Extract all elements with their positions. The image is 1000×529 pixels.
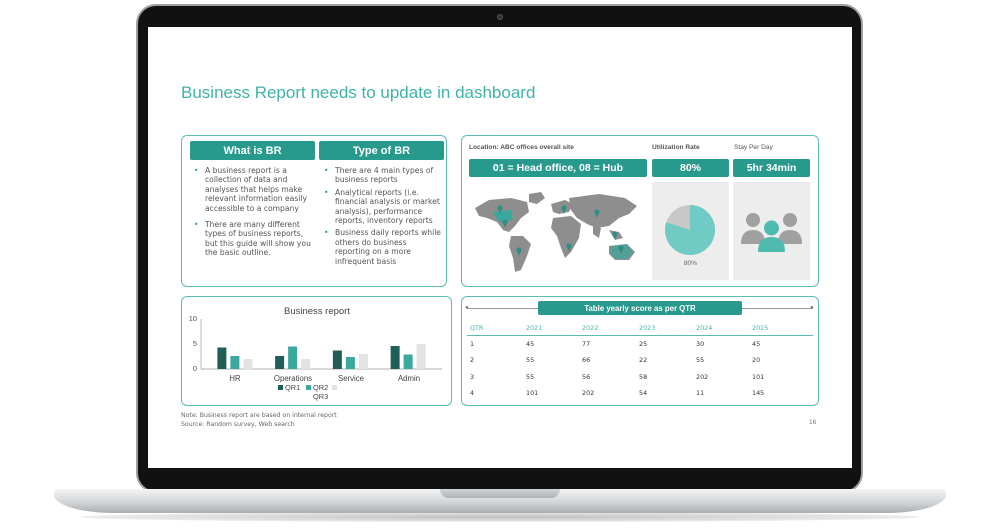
table-cell: 55: [526, 356, 535, 364]
legend-swatch-qr2: [306, 385, 311, 390]
stay-box: [733, 182, 810, 280]
camera-icon: [497, 14, 503, 20]
table-cell: 25: [639, 340, 648, 348]
bar-qr3-admin: [416, 344, 426, 369]
legend-swatch-qr3: [332, 385, 337, 390]
table-cell: 45: [526, 340, 535, 348]
stay-value: 5hr 34min: [733, 159, 810, 177]
business-report-chart-panel: Business report 10 5 0 HR Operations Ser…: [181, 296, 452, 406]
bar-qr1-service: [332, 350, 342, 369]
page-title: Business Report needs to update in dashb…: [181, 83, 536, 102]
table-cell: 77: [582, 340, 591, 348]
utilization-label: Utilization Rate: [652, 144, 700, 151]
legend-label: QR3: [313, 392, 328, 401]
what-is-br-list: A business report is a collection of dat…: [194, 166, 316, 265]
map-area: [469, 182, 647, 280]
table-cell: 45: [752, 340, 761, 348]
table-cell: 54: [639, 389, 648, 397]
table-cell: 66: [582, 356, 591, 364]
table-cell: 101: [526, 389, 539, 397]
bar-qr1-operations: [275, 356, 285, 369]
legend-label: QR2: [313, 383, 328, 392]
laptop-notch: [440, 489, 560, 498]
list-item: There are many different types of busine…: [194, 220, 316, 258]
table-cell: 22: [639, 356, 648, 364]
bar-qr2-hr: [230, 356, 240, 369]
source-note: Source: Random survey, Web search: [181, 421, 295, 428]
bar-qr3-hr: [243, 359, 253, 369]
list-item: There are 4 main types of business repor…: [324, 166, 442, 185]
location-label: Location: ABC offices overall site: [469, 144, 574, 151]
score-table: QTR 2021 2022 2023 2024 2025 1 45 77 25 …: [462, 297, 820, 407]
type-of-br-list: There are 4 main types of business repor…: [324, 166, 442, 269]
table-header-cell: 2022: [582, 324, 599, 332]
y-tick-label: 10: [189, 314, 197, 323]
table-header-cell: 2025: [752, 324, 769, 332]
stay-label: Stay Per Day: [734, 144, 773, 151]
legend-label: QR1: [285, 383, 300, 392]
list-item: Business daily reports while others do b…: [324, 228, 442, 266]
pie-percent-label: 80%: [683, 260, 698, 267]
x-tick-label: Admin: [398, 374, 420, 383]
table-cell: 3: [470, 373, 475, 381]
x-tick-label: Service: [338, 374, 364, 383]
page-number: 16: [809, 419, 817, 426]
footnote: Note: Business report are based on inter…: [181, 412, 337, 419]
table-header-cell: 2024: [696, 324, 713, 332]
bar-qr2-operations: [288, 346, 298, 369]
location-value: 01 = Head office, 08 = Hub: [469, 159, 647, 177]
business-report-chart: Business report 10 5 0 HR Operations Ser…: [189, 306, 442, 401]
table-cell: 55: [696, 356, 705, 364]
legend-swatch-qr1: [278, 385, 283, 390]
bar-qr1-admin: [390, 346, 400, 369]
bar-qr3-operations: [301, 359, 311, 369]
bar-qr3-service: [358, 354, 368, 369]
bar-qr2-service: [345, 357, 355, 369]
table-cell: 11: [696, 389, 705, 397]
chart-legend: QR1 QR2 QR3: [278, 383, 337, 401]
x-tick-label: HR: [229, 374, 241, 383]
y-tick-label: 5: [193, 339, 197, 348]
table-header-cell: 2021: [526, 324, 543, 332]
people-icon: [741, 213, 802, 252]
what-is-br-header: What is BR: [190, 141, 315, 160]
list-item: Analytical reports (i.e. financial analy…: [324, 188, 442, 226]
table-cell: 20: [752, 356, 761, 364]
table-cell: 30: [696, 340, 705, 348]
table-cell: 202: [696, 373, 709, 381]
table-cell: 4: [470, 389, 475, 397]
table-cell: 55: [526, 373, 535, 381]
table-cell: 145: [752, 389, 765, 397]
table-cell: 202: [582, 389, 595, 397]
bar-qr2-admin: [403, 354, 413, 369]
table-cell: 1: [470, 340, 475, 348]
y-tick-label: 0: [193, 364, 197, 373]
bar-qr1-hr: [217, 347, 227, 369]
chart-title: Business report: [284, 306, 350, 317]
table-cell: 58: [639, 373, 648, 381]
slide-screen: Business Report needs to update in dashb…: [148, 27, 852, 468]
table-header-cell: 2023: [639, 324, 656, 332]
laptop-shadow: [80, 512, 920, 522]
utilization-value: 80%: [652, 159, 729, 177]
list-item: A business report is a collection of dat…: [194, 166, 316, 213]
kpi-panel: Location: ABC offices overall site Utili…: [461, 135, 819, 287]
table-cell: 56: [582, 373, 591, 381]
utilization-pie-box: 80%: [652, 182, 729, 280]
score-table-panel: ● ● Table yearly score as per QTR QTR 20…: [461, 296, 819, 406]
br-info-panel: What is BR Type of BR A business report …: [181, 135, 447, 287]
world-map-icon: [475, 192, 637, 272]
table-cell: 2: [470, 356, 475, 364]
x-tick-label: Operations: [274, 374, 312, 383]
table-cell: 101: [752, 373, 765, 381]
type-of-br-header: Type of BR: [319, 141, 444, 160]
table-header-cell: QTR: [470, 324, 484, 332]
